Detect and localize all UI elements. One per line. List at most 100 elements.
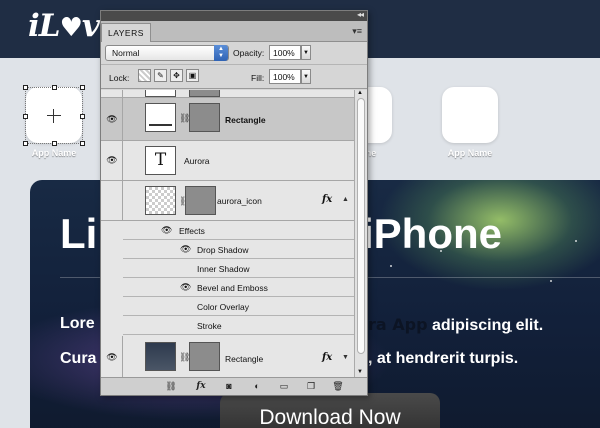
effect-name: Color Overlay (197, 302, 249, 312)
hero-heading-left: Li (60, 210, 98, 257)
eye-icon[interactable]: 👁 (106, 115, 118, 124)
transform-handle[interactable] (52, 85, 57, 90)
hero-text-line1-left: Lore (60, 315, 95, 332)
visibility-toggle[interactable]: 👁 (101, 98, 123, 140)
eye-icon[interactable]: 👁 (106, 156, 118, 165)
star (390, 265, 392, 267)
fill-input[interactable]: 100% (269, 69, 301, 84)
layer-name[interactable]: aurora_icon (217, 196, 262, 206)
new-group-icon[interactable]: ▭ (278, 381, 290, 392)
panel-tab-bar: LAYERS ▾≡ (101, 21, 367, 42)
fx-icon[interactable]: fx (322, 194, 332, 205)
transform-handle[interactable] (23, 114, 28, 119)
layer-name[interactable]: Aurora (184, 156, 210, 166)
effect-name: Bevel and Emboss (197, 283, 268, 293)
star (575, 240, 577, 242)
download-button[interactable]: Download Now (220, 393, 440, 428)
opacity-dropdown-arrow[interactable]: ▼ (301, 45, 311, 60)
panel-menu-icon[interactable]: ▾≡ (352, 26, 362, 37)
layer-thumbnail (145, 90, 176, 97)
layers-bottom-toolbar: ⛓ fx ◙ ◐ ▭ ❐ 🗑 (101, 377, 367, 395)
effect-name: Inner Shadow (197, 264, 250, 274)
eye-icon[interactable]: 👁 (180, 244, 191, 255)
app-icon-label-3: App Name (447, 148, 493, 158)
hero-text-line2-left: Cura (60, 350, 97, 367)
fill-dropdown-arrow[interactable]: ▼ (301, 69, 311, 84)
layer-row-aurora-icon[interactable]: ⛓ aurora_icon fx ▲ (101, 181, 354, 221)
star (550, 280, 552, 282)
lock-image-icon[interactable]: ✎ (154, 69, 167, 82)
layer-row-rectangle[interactable]: 👁 ⛓ Rectangle fx ▼ (101, 336, 354, 377)
site-logo: iL♥v (28, 8, 100, 44)
eye-icon[interactable]: 👁 (180, 282, 191, 293)
lock-fill-row: Lock: ✎ ✥ ▣ Fill: 100% ▼ (101, 65, 367, 89)
lock-position-icon[interactable]: ✥ (170, 69, 183, 82)
lock-transparent-icon[interactable] (138, 69, 151, 82)
transform-handle[interactable] (80, 141, 85, 146)
layer-name[interactable]: Rectangle (225, 354, 263, 364)
tab-layers[interactable]: LAYERS (101, 23, 151, 42)
app-icon-3[interactable] (442, 87, 498, 143)
layer-thumbnail (145, 103, 176, 132)
panel-title-strip[interactable]: ◂◂ (101, 10, 367, 21)
hero-text-line1-right: ra App adipiscing elit. (368, 315, 544, 334)
layer-mask-thumbnail (185, 186, 216, 215)
effects-header[interactable]: 👁 Effects (123, 221, 354, 240)
effect-name: Stroke (197, 321, 222, 331)
layer-mask-thumbnail (189, 342, 220, 371)
visibility-toggle[interactable]: 👁 (101, 336, 123, 377)
effect-row-stroke[interactable]: Stroke (123, 316, 354, 335)
effect-row-drop-shadow[interactable]: 👁 Drop Shadow (123, 240, 354, 259)
blend-mode-select[interactable]: Normal ▲ ▼ (105, 45, 229, 61)
adjustment-layer-icon[interactable]: ◐ (251, 381, 263, 392)
layer-row-aurora[interactable]: 👁 T Aurora (101, 141, 354, 181)
visibility-toggle[interactable] (101, 90, 123, 97)
transform-handle[interactable] (23, 141, 28, 146)
type-layer-icon: T (145, 146, 176, 175)
lock-label: Lock: (109, 73, 130, 83)
eye-icon[interactable]: 👁 (161, 225, 172, 236)
effect-name: Drop Shadow (197, 245, 249, 255)
opacity-input[interactable]: 100% (269, 45, 301, 60)
effect-row-inner-shadow[interactable]: Inner Shadow (123, 259, 354, 278)
scroll-up-arrow-icon[interactable]: ▲ (357, 90, 363, 96)
link-layers-icon[interactable]: ⛓ (165, 381, 177, 392)
layers-scrollbar[interactable]: ▲ ▼ (354, 90, 367, 377)
trash-icon[interactable]: 🗑 (332, 381, 344, 392)
eye-icon[interactable]: 👁 (106, 353, 118, 362)
fx-icon[interactable]: fx (322, 352, 332, 363)
expand-arrow-icon[interactable]: ▼ (342, 354, 349, 361)
collapse-arrow-icon[interactable]: ▲ (342, 196, 349, 203)
effect-row-bevel-emboss[interactable]: 👁 Bevel and Emboss (123, 278, 354, 297)
layers-list: 👁 ⛓ Rectangle 👁 T Aurora ⛓ aurora_icon f… (101, 90, 354, 377)
visibility-toggle[interactable] (101, 181, 123, 220)
heart-icon: ♥ (59, 13, 83, 43)
add-mask-icon[interactable]: ◙ (223, 381, 235, 392)
effect-row-color-overlay[interactable]: Color Overlay (123, 297, 354, 316)
scroll-down-arrow-icon[interactable]: ▼ (357, 369, 363, 375)
crosshair-icon (47, 109, 61, 123)
fx-icon[interactable]: fx (195, 381, 207, 392)
layer-row[interactable] (101, 90, 354, 98)
app-icon-label-1: App Name (31, 148, 77, 158)
layer-mask-thumbnail (189, 103, 220, 132)
hero-heading-right: iPhone (362, 210, 503, 257)
visibility-toggle[interactable]: 👁 (101, 141, 123, 180)
lock-all-icon[interactable]: ▣ (186, 69, 199, 82)
blend-options-row: Normal ▲ ▼ Opacity: 100% ▼ (101, 42, 367, 65)
layer-name[interactable]: Rectangle (225, 115, 266, 125)
transform-handle[interactable] (80, 114, 85, 119)
select-arrows-icon: ▲ ▼ (214, 45, 228, 61)
layer-row-rectangle-selected[interactable]: 👁 ⛓ Rectangle (101, 98, 354, 141)
hero-text-line2-right: , at hendrerit turpis. (368, 350, 519, 367)
transform-handle[interactable] (23, 85, 28, 90)
scrollbar-thumb[interactable] (357, 98, 365, 354)
layer-mask-thumbnail (189, 90, 220, 97)
transform-handle[interactable] (80, 85, 85, 90)
opacity-label: Opacity: (233, 48, 265, 58)
effects-label: Effects (179, 226, 205, 236)
layer-thumbnail (145, 342, 176, 371)
double-chevron-right-icon[interactable]: ◂◂ (357, 10, 364, 19)
new-layer-icon[interactable]: ❐ (305, 381, 317, 392)
transform-handle[interactable] (52, 141, 57, 146)
